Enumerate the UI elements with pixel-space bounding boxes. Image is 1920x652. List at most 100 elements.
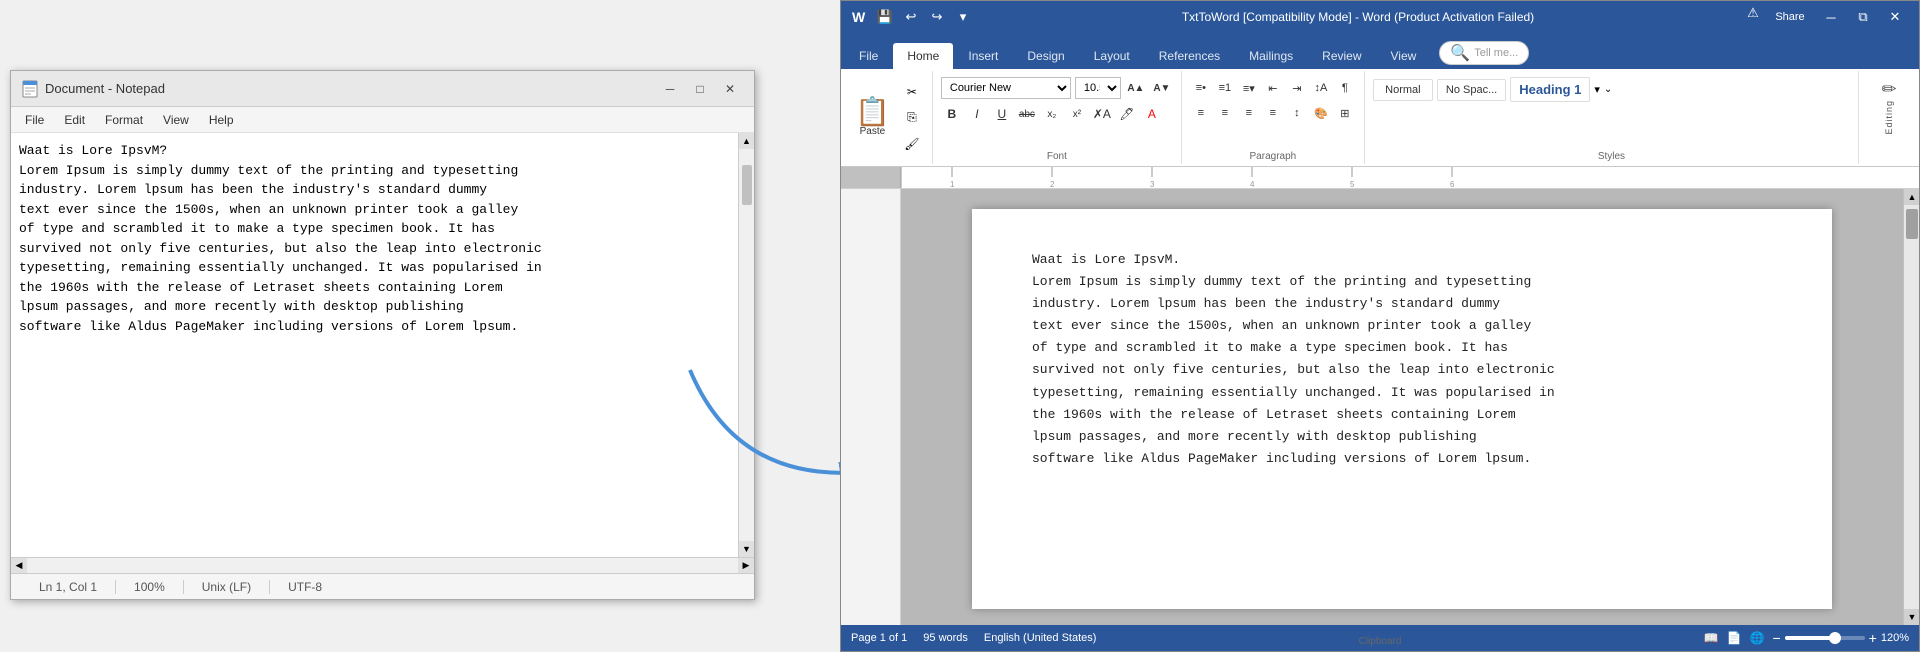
tab-mailings[interactable]: Mailings	[1235, 43, 1307, 69]
font-name-select[interactable]: Courier New	[941, 77, 1071, 99]
search-icon: 🔍	[1450, 43, 1470, 63]
notepad-horizontal-scrollbar[interactable]: ◀ ▶	[11, 557, 754, 573]
notepad-minimize-button[interactable]: ─	[656, 78, 684, 100]
font-grow-button[interactable]: A▲	[1125, 77, 1147, 99]
ribbon-group-styles: Normal No Spac... Heading 1 ▾ ⌄ Styles	[1365, 71, 1859, 164]
tab-home[interactable]: Home	[893, 43, 953, 69]
notepad-menu-file[interactable]: File	[17, 111, 52, 129]
word-page[interactable]: Waat is Lore IpsvM. Lorem Ipsum is simpl…	[972, 209, 1832, 609]
word-save-button[interactable]: 💾	[873, 5, 897, 29]
notepad-scroll-thumb[interactable]	[742, 165, 752, 205]
word-scroll-thumb[interactable]	[1906, 209, 1918, 239]
underline-button[interactable]: U	[991, 103, 1013, 125]
font-row2: B I U abc x₂ x² ✗A 🖊 A	[941, 103, 1173, 125]
styles-row: Normal No Spac... Heading 1 ▾ ⌄	[1373, 77, 1850, 102]
tab-review[interactable]: Review	[1308, 43, 1375, 69]
tab-insert[interactable]: Insert	[954, 43, 1012, 69]
strikethrough-button[interactable]: abc	[1016, 103, 1038, 125]
word-vertical-scrollbar[interactable]: ▲ ▼	[1903, 189, 1919, 625]
tell-me-label: Tell me...	[1474, 47, 1518, 59]
ruler-marks: 1 2 3 4 5 6	[902, 167, 1919, 189]
clear-format-button[interactable]: ✗A	[1091, 103, 1113, 125]
word-restore-button[interactable]: ⧉	[1847, 1, 1879, 33]
font-size-select[interactable]: 10.5	[1075, 77, 1121, 99]
notepad-close-button[interactable]: ✕	[716, 78, 744, 100]
format-painter-button[interactable]: 🖌	[900, 132, 924, 156]
notepad-menu-view[interactable]: View	[155, 111, 197, 129]
style-nospace-button[interactable]: No Spac...	[1437, 79, 1506, 101]
clipboard-small-buttons: ✂ ⎘ 🖌	[900, 80, 924, 156]
italic-button[interactable]: I	[966, 103, 988, 125]
sort-button[interactable]: ↕A	[1310, 77, 1332, 99]
word-scroll-down-button[interactable]: ▼	[1904, 609, 1919, 625]
notepad-title: Document - Notepad	[45, 81, 165, 96]
notepad-scroll-right[interactable]: ▶	[738, 558, 754, 574]
word-minimize-button[interactable]: ─	[1815, 1, 1847, 33]
notepad-encoding: UTF-8	[270, 580, 340, 594]
multilevel-button[interactable]: ≡▾	[1238, 77, 1260, 99]
notepad-menu-edit[interactable]: Edit	[56, 111, 93, 129]
word-redo-button[interactable]: ↪	[925, 5, 949, 29]
line-spacing-button[interactable]: ↕	[1286, 102, 1308, 124]
word-scroll-up-button[interactable]: ▲	[1904, 189, 1919, 205]
tab-references[interactable]: References	[1145, 43, 1234, 69]
notepad-scroll-up[interactable]: ▲	[739, 133, 755, 149]
cut-button[interactable]: ✂	[900, 80, 924, 104]
tab-file[interactable]: File	[845, 43, 892, 69]
word-share-button[interactable]: Share	[1765, 1, 1815, 33]
notepad-vertical-scrollbar[interactable]: ▲ ▼	[738, 133, 754, 557]
word-app-icon: W	[849, 7, 869, 27]
notepad-content-area: Waat is Lore IpsvM? Lorem Ipsum is simpl…	[11, 133, 754, 557]
paste-button[interactable]: 📋 Paste	[849, 96, 896, 139]
para-row1: ≡• ≡1 ≡▾ ⇤ ⇥ ↕A ¶	[1190, 77, 1356, 99]
word-close-button[interactable]: ✕	[1879, 1, 1911, 33]
numbering-button[interactable]: ≡1	[1214, 77, 1236, 99]
text-highlight-button[interactable]: 🖊	[1116, 103, 1138, 125]
paste-label: Paste	[860, 126, 886, 137]
notepad-maximize-button[interactable]: □	[686, 78, 714, 100]
word-page-area[interactable]: Waat is Lore IpsvM. Lorem Ipsum is simpl…	[901, 189, 1903, 625]
show-formatting-button[interactable]: ¶	[1334, 77, 1356, 99]
svg-text:2: 2	[1050, 180, 1055, 189]
justify-button[interactable]: ≡	[1262, 102, 1284, 124]
word-undo-button[interactable]: ↩	[899, 5, 923, 29]
decrease-indent-button[interactable]: ⇤	[1262, 77, 1284, 99]
increase-indent-button[interactable]: ⇥	[1286, 77, 1308, 99]
align-left-button[interactable]: ≡	[1190, 102, 1212, 124]
bullets-button[interactable]: ≡•	[1190, 77, 1212, 99]
ribbon-group-clipboard: 📋 Paste ✂ ⎘ 🖌 Clipboard	[841, 71, 933, 164]
word-zoom-track	[1785, 636, 1865, 640]
word-zoom-thumb[interactable]	[1829, 632, 1841, 644]
word-warning-button[interactable]: ⚠	[1741, 1, 1765, 25]
tab-design[interactable]: Design	[1013, 43, 1078, 69]
editing-button[interactable]: ✏ Editing	[1875, 73, 1902, 141]
notepad-statusbar: Ln 1, Col 1 100% Unix (LF) UTF-8	[11, 573, 754, 599]
paragraph-group-label: Paragraph	[1190, 151, 1356, 162]
notepad-menu-format[interactable]: Format	[97, 111, 151, 129]
subscript-button[interactable]: x₂	[1041, 103, 1063, 125]
tab-layout[interactable]: Layout	[1080, 43, 1144, 69]
superscript-button[interactable]: x²	[1066, 103, 1088, 125]
copy-button[interactable]: ⎘	[900, 106, 924, 130]
bold-button[interactable]: B	[941, 103, 963, 125]
clipboard-label: Clipboard	[841, 634, 1919, 647]
tell-me-box[interactable]: 🔍 Tell me...	[1439, 41, 1529, 65]
ribbon-group-font: Courier New 10.5 A▲ A▼ B I U abc x₂ x² ✗…	[933, 71, 1182, 164]
shading-button[interactable]: 🎨	[1310, 102, 1332, 124]
svg-text:W: W	[852, 9, 866, 25]
notepad-menu-help[interactable]: Help	[201, 111, 242, 129]
style-heading1-button[interactable]: Heading 1	[1510, 77, 1590, 102]
notepad-scroll-down[interactable]: ▼	[739, 541, 755, 557]
notepad-scroll-left[interactable]: ◀	[11, 558, 27, 574]
word-customize-qa-button[interactable]: ▾	[951, 5, 975, 29]
styles-dialog-button[interactable]: ⌄	[1604, 84, 1612, 95]
borders-button[interactable]: ⊞	[1334, 102, 1356, 124]
align-center-button[interactable]: ≡	[1214, 102, 1236, 124]
notepad-text-content[interactable]: Waat is Lore IpsvM? Lorem Ipsum is simpl…	[11, 133, 738, 557]
tab-view[interactable]: View	[1377, 43, 1431, 69]
text-color-button[interactable]: A	[1141, 103, 1163, 125]
align-right-button[interactable]: ≡	[1238, 102, 1260, 124]
font-shrink-button[interactable]: A▼	[1151, 77, 1173, 99]
styles-gallery-expand-button[interactable]: ▾	[1594, 83, 1600, 96]
style-normal-button[interactable]: Normal	[1373, 79, 1433, 101]
